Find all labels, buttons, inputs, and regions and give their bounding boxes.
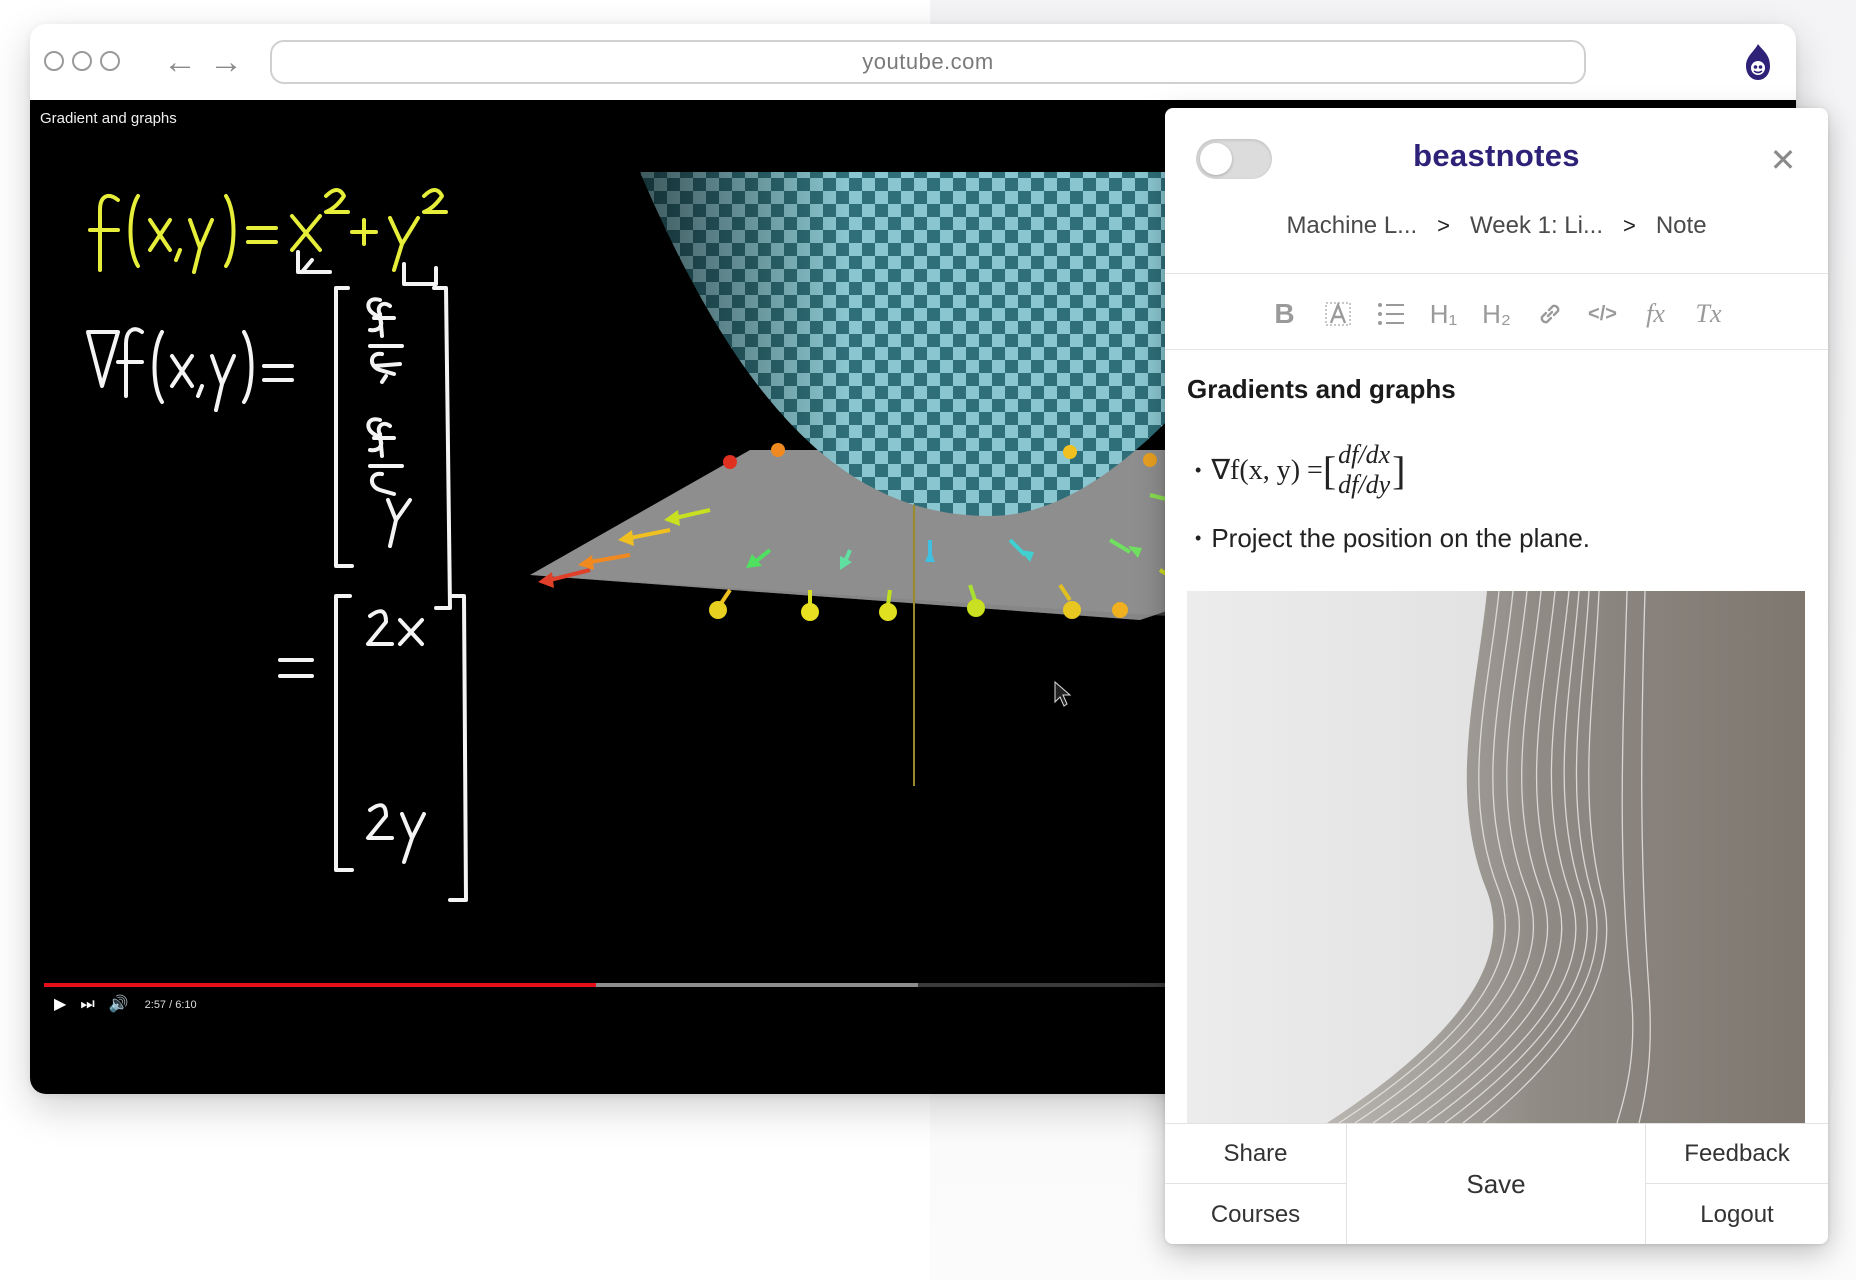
list-item[interactable]: • ∇f(x, y) = [ df/dx df/dy ] [1195,440,1405,500]
link-icon[interactable] [1533,294,1566,334]
bullet-dot: • [1195,528,1202,548]
video-controls: ▶ ⏭ 🔊 2:57 / 6:10 [54,992,197,1018]
list-item[interactable]: • Project the position on the plane. [1195,523,1590,554]
feedback-button[interactable]: Feedback [1645,1124,1828,1184]
formula-bracket-close: ] [1392,447,1406,493]
minimize-window-button[interactable] [72,51,92,71]
highlight-icon[interactable] [1321,294,1354,334]
forward-arrow-icon[interactable]: → [206,44,246,80]
formula-lhs: ∇f(x, y) = [1211,455,1323,486]
video-title: Gradient and graphs [40,110,177,127]
address-bar[interactable]: youtube.com [270,40,1586,84]
url-text: youtube.com [862,49,994,74]
courses-button[interactable]: Courses [1165,1184,1347,1244]
share-button[interactable]: Share [1165,1124,1347,1184]
breadcrumb-separator: > [1622,213,1636,238]
browser-toolbar: ← → youtube.com [30,24,1796,101]
video-progress-bar[interactable] [44,983,1194,987]
video-played-bar [44,983,596,987]
breadcrumb-week[interactable]: Week 1: Li... [1470,212,1603,240]
heading-2-icon[interactable]: H₂ [1480,294,1513,334]
bullet-list-icon[interactable] [1374,294,1407,334]
formula-top: df/dx [1338,440,1391,469]
close-window-button[interactable] [44,51,64,71]
heading-1-icon[interactable]: H₁ [1427,294,1460,334]
bullet-dot: • [1195,459,1202,480]
close-icon[interactable]: ✕ [1765,142,1801,178]
note-image [1187,591,1805,1123]
breadcrumb-separator: > [1437,213,1451,238]
play-icon[interactable]: ▶ [54,992,66,1018]
divider [1165,349,1828,350]
formula-bracket-open: [ [1322,447,1337,493]
breadcrumb: Machine L... > Week 1: Li... > Note [1165,212,1828,240]
next-icon[interactable]: ⏭ [80,992,94,1018]
beast-flame-icon[interactable] [1740,42,1776,82]
bold-icon[interactable]: B [1268,294,1301,334]
back-arrow-icon[interactable]: ← [160,44,200,80]
volume-icon[interactable]: 🔊 [109,992,129,1018]
brand-title: beastnotes [1413,138,1580,173]
breadcrumb-note[interactable]: Note [1656,212,1707,240]
video-timecode: 2:57 / 6:10 [144,999,197,1011]
gradient-formula: ∇f(x, y) = [ df/dx df/dy ] [1211,440,1405,500]
maximize-window-button[interactable] [100,51,120,71]
panel-footer: Share Courses Save Feedback Logout [1165,1123,1828,1244]
bullet-text: Project the position on the plane. [1211,523,1591,553]
beastnotes-panel: beastnotes ✕ Machine L... > Week 1: Li..… [1165,108,1828,1244]
note-title[interactable]: Gradients and graphs [1187,374,1456,405]
clear-format-icon[interactable]: Tx [1692,294,1725,334]
window-controls [44,51,120,71]
code-icon[interactable]: </> [1586,294,1619,334]
formula-bottom: df/dy [1338,470,1391,499]
save-button[interactable]: Save [1347,1124,1645,1244]
breadcrumb-course[interactable]: Machine L... [1286,212,1417,240]
editor-toolbar: B H₁ H₂ </> fx Tx [1165,292,1828,336]
divider [1165,273,1828,274]
formula-icon[interactable]: fx [1639,294,1672,334]
formula-vector: df/dx df/dy [1338,440,1390,500]
logout-button[interactable]: Logout [1645,1184,1828,1244]
